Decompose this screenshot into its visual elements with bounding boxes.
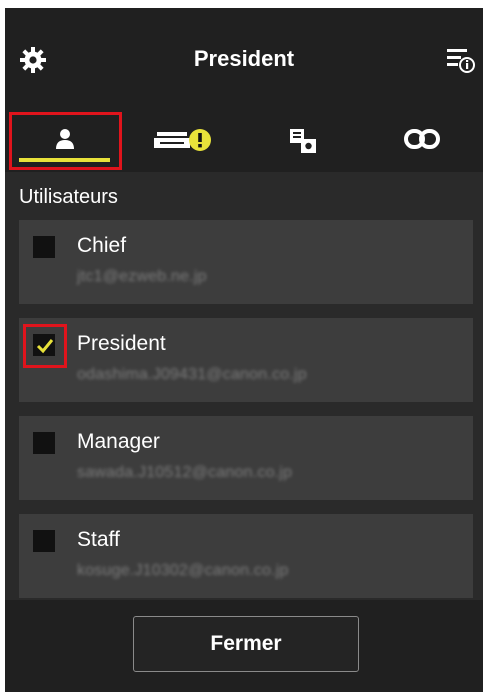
close-button[interactable]: Fermer xyxy=(133,616,359,672)
app-screen: President Utilisateurs Chief jtc1@ezweb.… xyxy=(5,8,483,692)
tab-printer[interactable] xyxy=(124,108,243,172)
user-name: Chief xyxy=(77,234,127,257)
user-email: jtc1@ezweb.ne.jp xyxy=(77,268,207,285)
tab-bar xyxy=(5,108,483,172)
list-info-icon[interactable] xyxy=(445,46,475,74)
tab-functions[interactable] xyxy=(243,108,362,172)
user-checkbox[interactable] xyxy=(33,432,55,454)
printer-warning-icon xyxy=(153,129,211,151)
user-email: odashima.J09431@canon.co.jp xyxy=(77,366,307,383)
user-name: Staff xyxy=(77,528,120,551)
top-bar: President xyxy=(5,8,483,108)
user-name: President xyxy=(77,332,166,355)
list-item[interactable]: Manager sawada.J10512@canon.co.jp xyxy=(19,416,473,500)
tab-links[interactable] xyxy=(362,108,481,172)
page-title: President xyxy=(193,46,295,71)
highlight-frame xyxy=(23,324,67,368)
list-item[interactable]: Staff kosuge.J10302@canon.co.jp xyxy=(19,514,473,598)
list-item[interactable]: Chief jtc1@ezweb.ne.jp xyxy=(19,220,473,304)
tab-users[interactable] xyxy=(5,108,124,172)
user-checkbox[interactable] xyxy=(33,236,55,258)
user-list[interactable]: Chief jtc1@ezweb.ne.jp President odashim… xyxy=(5,220,483,600)
user-email: kosuge.J10302@canon.co.jp xyxy=(77,562,289,579)
list-item[interactable]: President odashima.J09431@canon.co.jp xyxy=(19,318,473,402)
link-icon xyxy=(403,129,440,149)
bottom-bar: Fermer xyxy=(5,600,483,692)
apps-icon xyxy=(289,129,316,153)
user-email: sawada.J10512@canon.co.jp xyxy=(77,464,293,481)
user-checkbox[interactable] xyxy=(33,530,55,552)
section-label-users: Utilisateurs xyxy=(19,186,118,208)
highlight-frame xyxy=(9,112,122,170)
user-name: Manager xyxy=(77,430,160,453)
